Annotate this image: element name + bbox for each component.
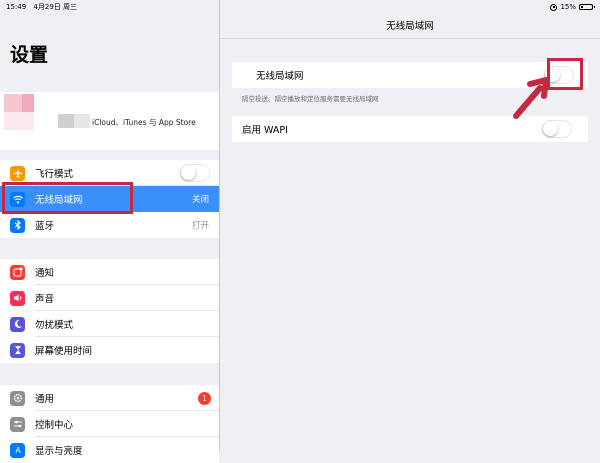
sidebar-item-wifi[interactable]: 无线局域网 关闭 bbox=[0, 186, 219, 212]
display-icon: A bbox=[10, 442, 25, 458]
wifi-status-value: 关闭 bbox=[191, 195, 209, 205]
name-blur-2 bbox=[74, 114, 90, 128]
wifi-icon bbox=[10, 191, 25, 207]
sidebar-item-sounds[interactable]: 声音 bbox=[0, 285, 219, 311]
general-group: 通用 1 控制中心 A 显示与亮度 bbox=[0, 385, 219, 463]
notifications-group: 通知 声音 勿扰模式 屏幕使用时间 bbox=[0, 259, 219, 363]
avatar-blur-3 bbox=[4, 112, 34, 130]
name-blur bbox=[58, 114, 74, 128]
sidebar-item-label: 屏幕使用时间 bbox=[35, 346, 93, 357]
hourglass-icon bbox=[10, 342, 25, 358]
bluetooth-status-value: 打开 bbox=[191, 221, 209, 231]
sound-icon bbox=[10, 290, 25, 306]
annotation-arrow-icon bbox=[513, 77, 549, 119]
sidebar-item-screen-time[interactable]: 屏幕使用时间 bbox=[0, 337, 219, 363]
settings-sidebar: 设置 iCloud、iTunes 与 App Store 飞行模式 无线局域网 … bbox=[0, 0, 220, 463]
sidebar-item-control-center[interactable]: 控制中心 bbox=[0, 411, 219, 437]
sidebar-item-label: 通知 bbox=[35, 268, 55, 279]
wifi-label: 无线局域网 bbox=[256, 71, 304, 82]
sidebar-item-label: 飞行模式 bbox=[35, 169, 74, 180]
apple-id-profile[interactable]: iCloud、iTunes 与 App Store bbox=[0, 92, 219, 150]
wifi-footnote: 隔空投送、隔空播放和定位服务需要无线局域网 bbox=[242, 95, 379, 103]
sidebar-item-bluetooth[interactable]: 蓝牙 打开 bbox=[0, 212, 219, 238]
airplane-mode-toggle[interactable] bbox=[180, 164, 210, 182]
moon-icon bbox=[10, 316, 25, 332]
rotation-lock-icon bbox=[550, 3, 558, 11]
avatar-blur-2 bbox=[22, 94, 34, 112]
status-right: 15% bbox=[550, 0, 595, 14]
notifications-icon bbox=[10, 264, 25, 280]
status-time: 15:49 bbox=[6, 3, 27, 11]
sidebar-item-label: 显示与亮度 bbox=[35, 446, 83, 457]
sidebar-item-general[interactable]: 通用 1 bbox=[0, 385, 219, 411]
sidebar-item-label: 勿扰模式 bbox=[35, 320, 74, 331]
battery-icon bbox=[579, 4, 595, 10]
status-bar: 15:49 4月29日 周三 15% bbox=[0, 0, 600, 14]
sidebar-item-label: 通用 bbox=[35, 394, 55, 405]
nav-divider bbox=[220, 38, 600, 39]
wapi-toggle[interactable] bbox=[542, 120, 572, 138]
wifi-detail-panel: 无线局域网 无线局域网 隔空投送、隔空播放和定位服务需要无线局域网 启用 WAP… bbox=[220, 0, 600, 450]
svg-text:A: A bbox=[15, 446, 21, 455]
sidebar-item-display[interactable]: A 显示与亮度 bbox=[0, 437, 219, 463]
sidebar-item-label: 控制中心 bbox=[35, 420, 74, 431]
connectivity-group: 飞行模式 无线局域网 关闭 蓝牙 打开 bbox=[0, 160, 219, 238]
sidebar-title: 设置 bbox=[10, 44, 49, 66]
bluetooth-icon bbox=[10, 217, 25, 233]
gear-icon bbox=[10, 390, 25, 406]
airplane-icon bbox=[10, 165, 25, 181]
status-left: 15:49 4月29日 周三 bbox=[6, 0, 82, 14]
status-date: 4月29日 周三 bbox=[33, 3, 78, 11]
update-badge: 1 bbox=[198, 391, 211, 405]
sidebar-item-do-not-disturb[interactable]: 勿扰模式 bbox=[0, 311, 219, 337]
wapi-label: 启用 WAPI bbox=[242, 125, 288, 136]
sidebar-item-label: 声音 bbox=[35, 294, 55, 305]
profile-subtitle: iCloud、iTunes 与 App Store bbox=[92, 118, 196, 127]
battery-percent: 15% bbox=[560, 3, 576, 11]
sidebar-item-label: 无线局域网 bbox=[35, 195, 83, 206]
sidebar-item-label: 蓝牙 bbox=[35, 221, 55, 232]
page-title: 无线局域网 bbox=[386, 21, 434, 32]
sidebar-item-airplane-mode[interactable]: 飞行模式 bbox=[0, 160, 219, 186]
sidebar-item-notifications[interactable]: 通知 bbox=[0, 259, 219, 285]
battery-fill bbox=[581, 6, 583, 8]
control-center-icon bbox=[10, 416, 25, 432]
